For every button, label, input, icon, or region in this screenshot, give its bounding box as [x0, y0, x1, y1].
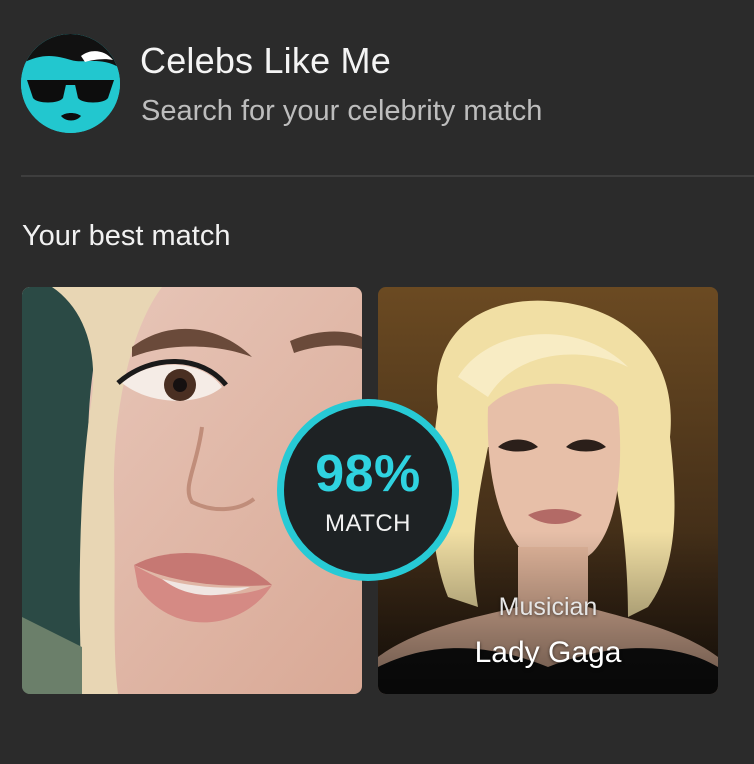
- app-screen: Celebs Like Me Search for your celebrity…: [0, 0, 754, 764]
- app-subtitle: Search for your celebrity match: [141, 95, 543, 127]
- celebrity-occupation: Musician: [498, 593, 598, 621]
- celebrity-name: Lady Gaga: [474, 636, 622, 669]
- app-logo-icon: [21, 34, 120, 133]
- match-percent: 98%: [315, 445, 421, 503]
- match-label: MATCH: [324, 510, 412, 537]
- app-title: Celebs Like Me: [140, 40, 391, 81]
- section-title: Your best match: [22, 220, 231, 252]
- header-divider: [21, 175, 754, 177]
- app-header: Celebs Like Me Search for your celebrity…: [0, 0, 754, 177]
- match-badge: 98% MATCH: [277, 399, 459, 581]
